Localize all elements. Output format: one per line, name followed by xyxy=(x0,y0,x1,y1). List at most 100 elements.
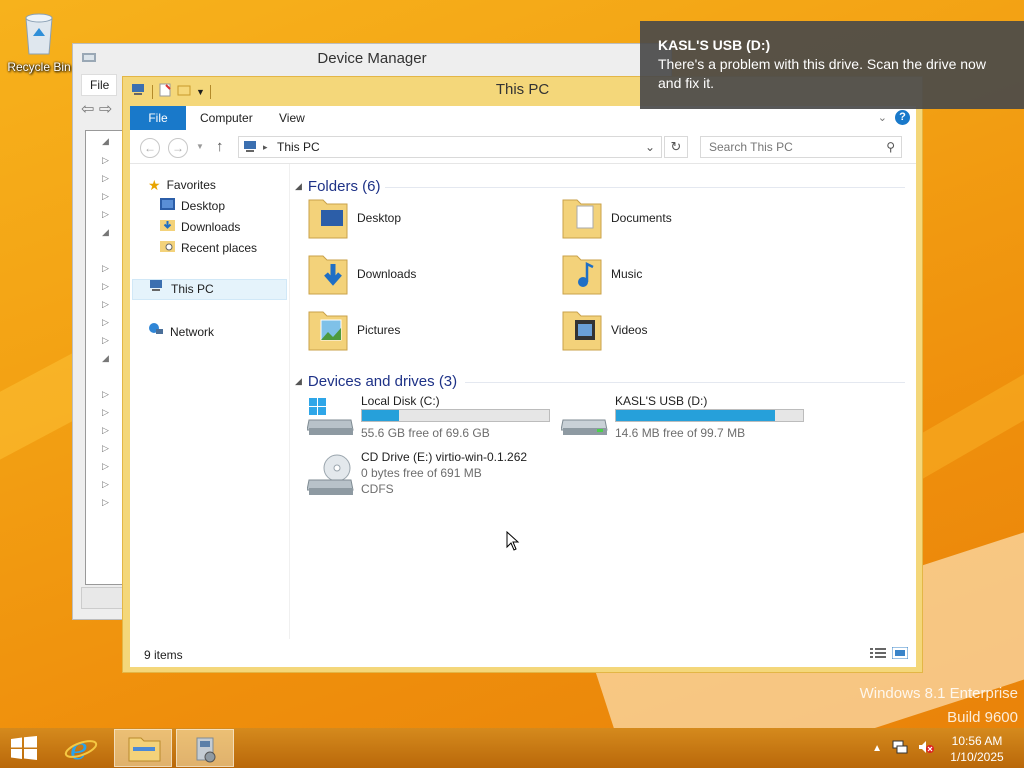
start-button[interactable] xyxy=(10,736,38,763)
collapse-icon[interactable]: ◢ xyxy=(102,353,109,364)
expand-icon[interactable]: ▷ xyxy=(102,461,109,472)
forward-arrow-icon: → xyxy=(172,141,184,155)
details-view-icon[interactable] xyxy=(870,647,886,662)
nav-downloads[interactable]: Downloads xyxy=(160,217,240,238)
folder-music[interactable]: Music xyxy=(561,248,791,300)
desktop-folder-icon xyxy=(307,194,349,243)
recent-locations-chevron-icon[interactable]: ▼ xyxy=(196,142,204,151)
nav-recent-places[interactable]: Recent places xyxy=(160,238,257,259)
volume-muted-icon[interactable] xyxy=(918,740,934,757)
folder-label: Music xyxy=(611,267,643,281)
drive-free-space: 14.6 MB free of 99.7 MB xyxy=(615,426,746,440)
collapse-icon[interactable]: ◢ xyxy=(102,227,109,238)
nav-label: Favorites xyxy=(166,178,216,192)
drive-local-disk-c[interactable]: Local Disk (C:) 55.6 GB free of 69.6 GB xyxy=(306,394,552,446)
mouse-cursor-icon xyxy=(506,531,520,551)
explorer-window[interactable]: ▼ This PC File Computer View ⌄ ? ← → ▼ ↑… xyxy=(122,76,923,673)
folder-desktop[interactable]: Desktop xyxy=(307,192,537,244)
drive-usb-d[interactable]: KASL'S USB (D:) 14.6 MB free of 99.7 MB xyxy=(560,394,806,446)
expand-icon[interactable]: ▷ xyxy=(102,299,109,310)
expand-icon[interactable]: ▷ xyxy=(102,191,109,202)
usb-drive-icon xyxy=(560,398,609,441)
drive-usage-fill xyxy=(362,410,400,421)
toast-message: There's a problem with this drive. Scan … xyxy=(658,56,986,91)
recycle-bin-shortcut[interactable]: Recycle Bin xyxy=(6,8,72,74)
expand-icon[interactable]: ▷ xyxy=(102,173,109,184)
large-icons-view-icon[interactable] xyxy=(891,646,909,662)
folder-downloads[interactable]: Downloads xyxy=(307,248,537,300)
taskbar-file-explorer[interactable] xyxy=(114,729,172,767)
drive-error-toast[interactable]: KASL'S USB (D:) There's a problem with t… xyxy=(640,21,1024,109)
cd-drive-icon xyxy=(306,454,355,501)
folder-documents[interactable]: Documents xyxy=(561,192,791,244)
main-pane: ◢ Folders (6) Desktop Documents Download… xyxy=(295,164,916,639)
status-bar: 9 items xyxy=(130,642,916,667)
search-input[interactable]: Search This PC ⚲ xyxy=(700,136,902,158)
expand-icon[interactable]: ▷ xyxy=(102,479,109,490)
expand-icon[interactable]: ▷ xyxy=(102,443,109,454)
nav-label: Desktop xyxy=(181,199,226,213)
explorer-content: ★ Favorites Desktop Downloads Recent pla… xyxy=(130,164,916,667)
music-folder-icon xyxy=(561,250,603,299)
network-tray-icon[interactable] xyxy=(892,740,908,757)
drive-cd-e[interactable]: CD Drive (E:) virtio-win-0.1.262 0 bytes… xyxy=(306,450,552,510)
windows-logo-icon xyxy=(11,736,37,760)
clock[interactable]: 10:56 AM 1/10/2025 xyxy=(942,733,1012,765)
expand-icon[interactable]: ▷ xyxy=(102,497,109,508)
breadcrumb-this-pc[interactable]: This PC xyxy=(277,137,320,157)
collapse-icon[interactable]: ◢ xyxy=(102,136,109,147)
back-arrow-icon: ← xyxy=(144,141,156,155)
expand-icon[interactable]: ▷ xyxy=(102,317,109,328)
dm-statusbar xyxy=(81,587,123,609)
tab-file[interactable]: File xyxy=(130,106,186,130)
this-pc-small-icon xyxy=(243,140,259,160)
forward-arrow-icon[interactable]: ⇨ xyxy=(99,101,112,118)
breadcrumb-chevron-icon[interactable]: ▸ xyxy=(263,137,268,157)
nav-this-pc[interactable]: This PC xyxy=(132,279,287,300)
recycle-bin-label: Recycle Bin xyxy=(7,60,71,74)
taskbar-device-manager[interactable] xyxy=(176,729,234,767)
drives-group-header[interactable]: ◢ Devices and drives (3) xyxy=(295,373,457,390)
nav-desktop[interactable]: Desktop xyxy=(160,196,225,217)
folder-videos[interactable]: Videos xyxy=(561,304,791,356)
expand-icon[interactable]: ▷ xyxy=(102,335,109,346)
expand-icon[interactable]: ▷ xyxy=(102,263,109,274)
expand-icon[interactable]: ▷ xyxy=(102,407,109,418)
folder-pictures[interactable]: Pictures xyxy=(307,304,537,356)
folder-label: Downloads xyxy=(357,267,417,281)
dm-toolbar: ⇦ ⇨ xyxy=(81,99,112,119)
expand-icon[interactable]: ▷ xyxy=(102,425,109,436)
device-manager-title: Device Manager xyxy=(317,50,427,67)
taskbar-internet-explorer[interactable]: e xyxy=(52,729,110,767)
build-watermark: Build 9600 xyxy=(947,709,1018,726)
drive-name: CD Drive (E:) virtio-win-0.1.262 xyxy=(361,450,528,464)
drive-usage-fill xyxy=(616,410,775,421)
refresh-button[interactable]: ↻ xyxy=(664,136,688,158)
show-hidden-icons-chevron-icon[interactable]: ▲ xyxy=(872,743,882,754)
expand-icon[interactable]: ▷ xyxy=(102,389,109,400)
dm-menu-file[interactable]: File xyxy=(81,74,117,96)
forward-button[interactable]: → xyxy=(168,138,188,158)
device-manager-app-icon xyxy=(196,737,216,763)
back-button[interactable]: ← xyxy=(140,138,160,158)
device-tree[interactable]: ◢ ▷ ▷ ▷ ▷ ◢ ▷ ▷ ▷ ▷ ▷ ◢ ▷ ▷ ▷ ▷ ▷ ▷ ▷ xyxy=(85,130,125,585)
help-icon[interactable]: ? xyxy=(895,110,910,125)
expand-icon[interactable]: ▷ xyxy=(102,209,109,220)
address-field[interactable]: ▸ This PC ⌄ xyxy=(238,136,662,158)
drive-usage-bar xyxy=(615,409,804,422)
nav-network[interactable]: Network xyxy=(148,322,214,343)
back-arrow-icon[interactable]: ⇦ xyxy=(81,101,94,118)
address-dropdown-icon[interactable]: ⌄ xyxy=(645,137,655,157)
tab-computer[interactable]: Computer xyxy=(200,106,253,130)
up-arrow-icon[interactable]: ↑ xyxy=(216,138,224,155)
documents-folder-icon xyxy=(561,194,603,243)
nav-favorites[interactable]: ★ Favorites xyxy=(148,175,216,196)
tab-view[interactable]: View xyxy=(279,106,305,130)
this-pc-icon xyxy=(149,279,165,300)
videos-folder-icon xyxy=(561,306,603,355)
expand-icon[interactable]: ▷ xyxy=(102,281,109,292)
expand-icon[interactable]: ▷ xyxy=(102,155,109,166)
expand-ribbon-chevron-icon[interactable]: ⌄ xyxy=(878,111,887,124)
drives-header-label: Devices and drives (3) xyxy=(307,373,458,390)
drive-filesystem: CDFS xyxy=(361,482,394,496)
